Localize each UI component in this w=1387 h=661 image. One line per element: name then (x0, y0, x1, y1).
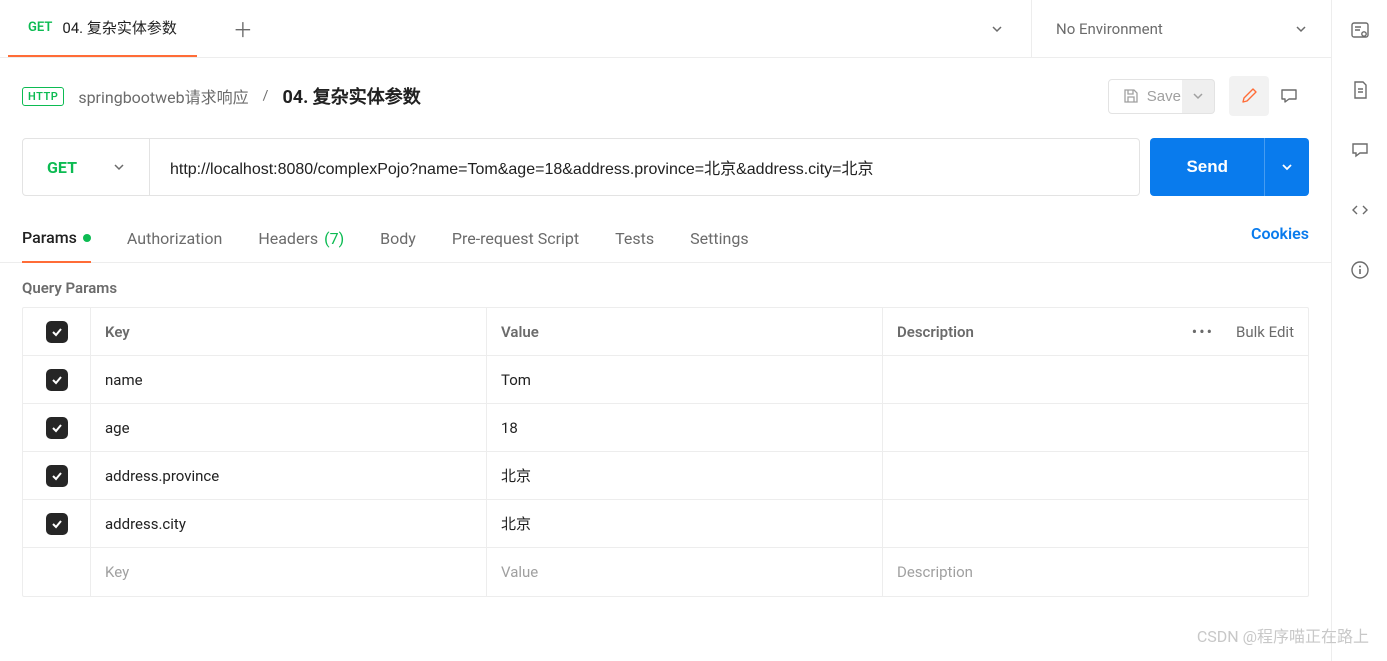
table-row: age 18 (23, 404, 1308, 452)
tab-method: GET (28, 20, 52, 35)
table-row: name Tom (23, 356, 1308, 404)
table-header-row: Key Value Description ••• Bulk Edit (23, 308, 1308, 356)
param-value[interactable]: 北京 (487, 452, 883, 499)
environment-selector[interactable]: No Environment (1031, 0, 1331, 57)
breadcrumb-current: 04. 复杂实体参数 (282, 83, 420, 109)
send-button[interactable]: Send (1150, 138, 1264, 196)
cookies-link[interactable]: Cookies (1251, 224, 1309, 257)
comment-icon (1280, 87, 1298, 105)
param-key[interactable]: address.city (91, 500, 487, 547)
tab-params[interactable]: Params (22, 218, 91, 263)
tab-headers[interactable]: Headers (7) (258, 219, 344, 262)
tab-authorization[interactable]: Authorization (127, 219, 222, 262)
param-value[interactable]: Tom (487, 356, 883, 403)
tab-title: 04. 复杂实体参数 (62, 17, 177, 38)
right-rail (1331, 0, 1387, 661)
pencil-icon (1240, 87, 1258, 105)
table-row-new[interactable]: Key Value Description (23, 548, 1308, 596)
table-row: address.city 北京 (23, 500, 1308, 548)
param-key[interactable]: age (91, 404, 487, 451)
param-description[interactable] (883, 356, 1148, 403)
info-icon[interactable] (1350, 260, 1370, 280)
method-selector[interactable]: GET (23, 139, 150, 195)
chevron-down-icon (113, 161, 125, 173)
param-key-placeholder[interactable]: Key (91, 548, 487, 596)
bulk-edit-link[interactable]: Bulk Edit (1236, 323, 1294, 341)
code-icon[interactable] (1350, 200, 1370, 220)
edit-button[interactable] (1229, 76, 1269, 116)
environment-label: No Environment (1056, 20, 1163, 38)
tab-body[interactable]: Body (380, 219, 416, 262)
tab-settings[interactable]: Settings (690, 219, 748, 262)
table-more-button[interactable]: ••• (1192, 322, 1214, 341)
environment-quicklook-icon[interactable] (1350, 20, 1370, 40)
row-checkbox[interactable] (46, 513, 68, 535)
param-value[interactable]: 18 (487, 404, 883, 451)
param-description[interactable] (883, 500, 1148, 547)
save-icon (1123, 88, 1139, 104)
tab-prerequest[interactable]: Pre-request Script (452, 219, 579, 262)
breadcrumb-parent[interactable]: springbootweb请求响应 (78, 84, 248, 108)
comment-button[interactable] (1269, 76, 1309, 116)
check-icon (51, 326, 63, 338)
params-table: Key Value Description ••• Bulk Edit name… (22, 307, 1309, 597)
param-description[interactable] (883, 452, 1148, 499)
comments-icon[interactable] (1350, 140, 1370, 160)
param-value[interactable]: 北京 (487, 500, 883, 547)
save-dropdown[interactable] (1182, 79, 1215, 114)
table-row: address.province 北京 (23, 452, 1308, 500)
url-input[interactable] (150, 139, 1139, 195)
row-checkbox[interactable] (46, 417, 68, 439)
add-tab-button[interactable]: ＋ (231, 14, 255, 43)
row-checkbox[interactable] (46, 465, 68, 487)
param-value-placeholder[interactable]: Value (487, 548, 883, 596)
col-value: Value (487, 308, 883, 355)
request-row: GET Send (0, 134, 1331, 214)
param-description[interactable] (883, 404, 1148, 451)
param-key[interactable]: name (91, 356, 487, 403)
breadcrumb-separator: / (263, 88, 269, 104)
request-tabs: Params Authorization Headers (7) Body Pr… (0, 214, 1331, 263)
breadcrumb-row: HTTP springbootweb请求响应 / 04. 复杂实体参数 Save (0, 58, 1331, 134)
tab-bar: GET 04. 复杂实体参数 ＋ No Environment (0, 0, 1331, 58)
http-badge: HTTP (22, 87, 64, 106)
tabs-dropdown[interactable] (991, 23, 1031, 35)
tab-tests[interactable]: Tests (615, 219, 654, 262)
col-description: Description (883, 308, 1148, 355)
send-dropdown[interactable] (1264, 138, 1309, 196)
active-tab[interactable]: GET 04. 复杂实体参数 (8, 0, 197, 57)
params-indicator-dot (83, 234, 91, 242)
row-checkbox[interactable] (46, 369, 68, 391)
section-title: Query Params (0, 263, 1331, 307)
param-key[interactable]: address.province (91, 452, 487, 499)
documentation-icon[interactable] (1350, 80, 1370, 100)
url-box: GET (22, 138, 1140, 196)
save-label: Save (1147, 88, 1181, 105)
method-label: GET (47, 158, 77, 177)
checkbox-all[interactable] (46, 321, 68, 343)
param-description-placeholder[interactable]: Description (883, 548, 1148, 596)
col-key: Key (91, 308, 487, 355)
